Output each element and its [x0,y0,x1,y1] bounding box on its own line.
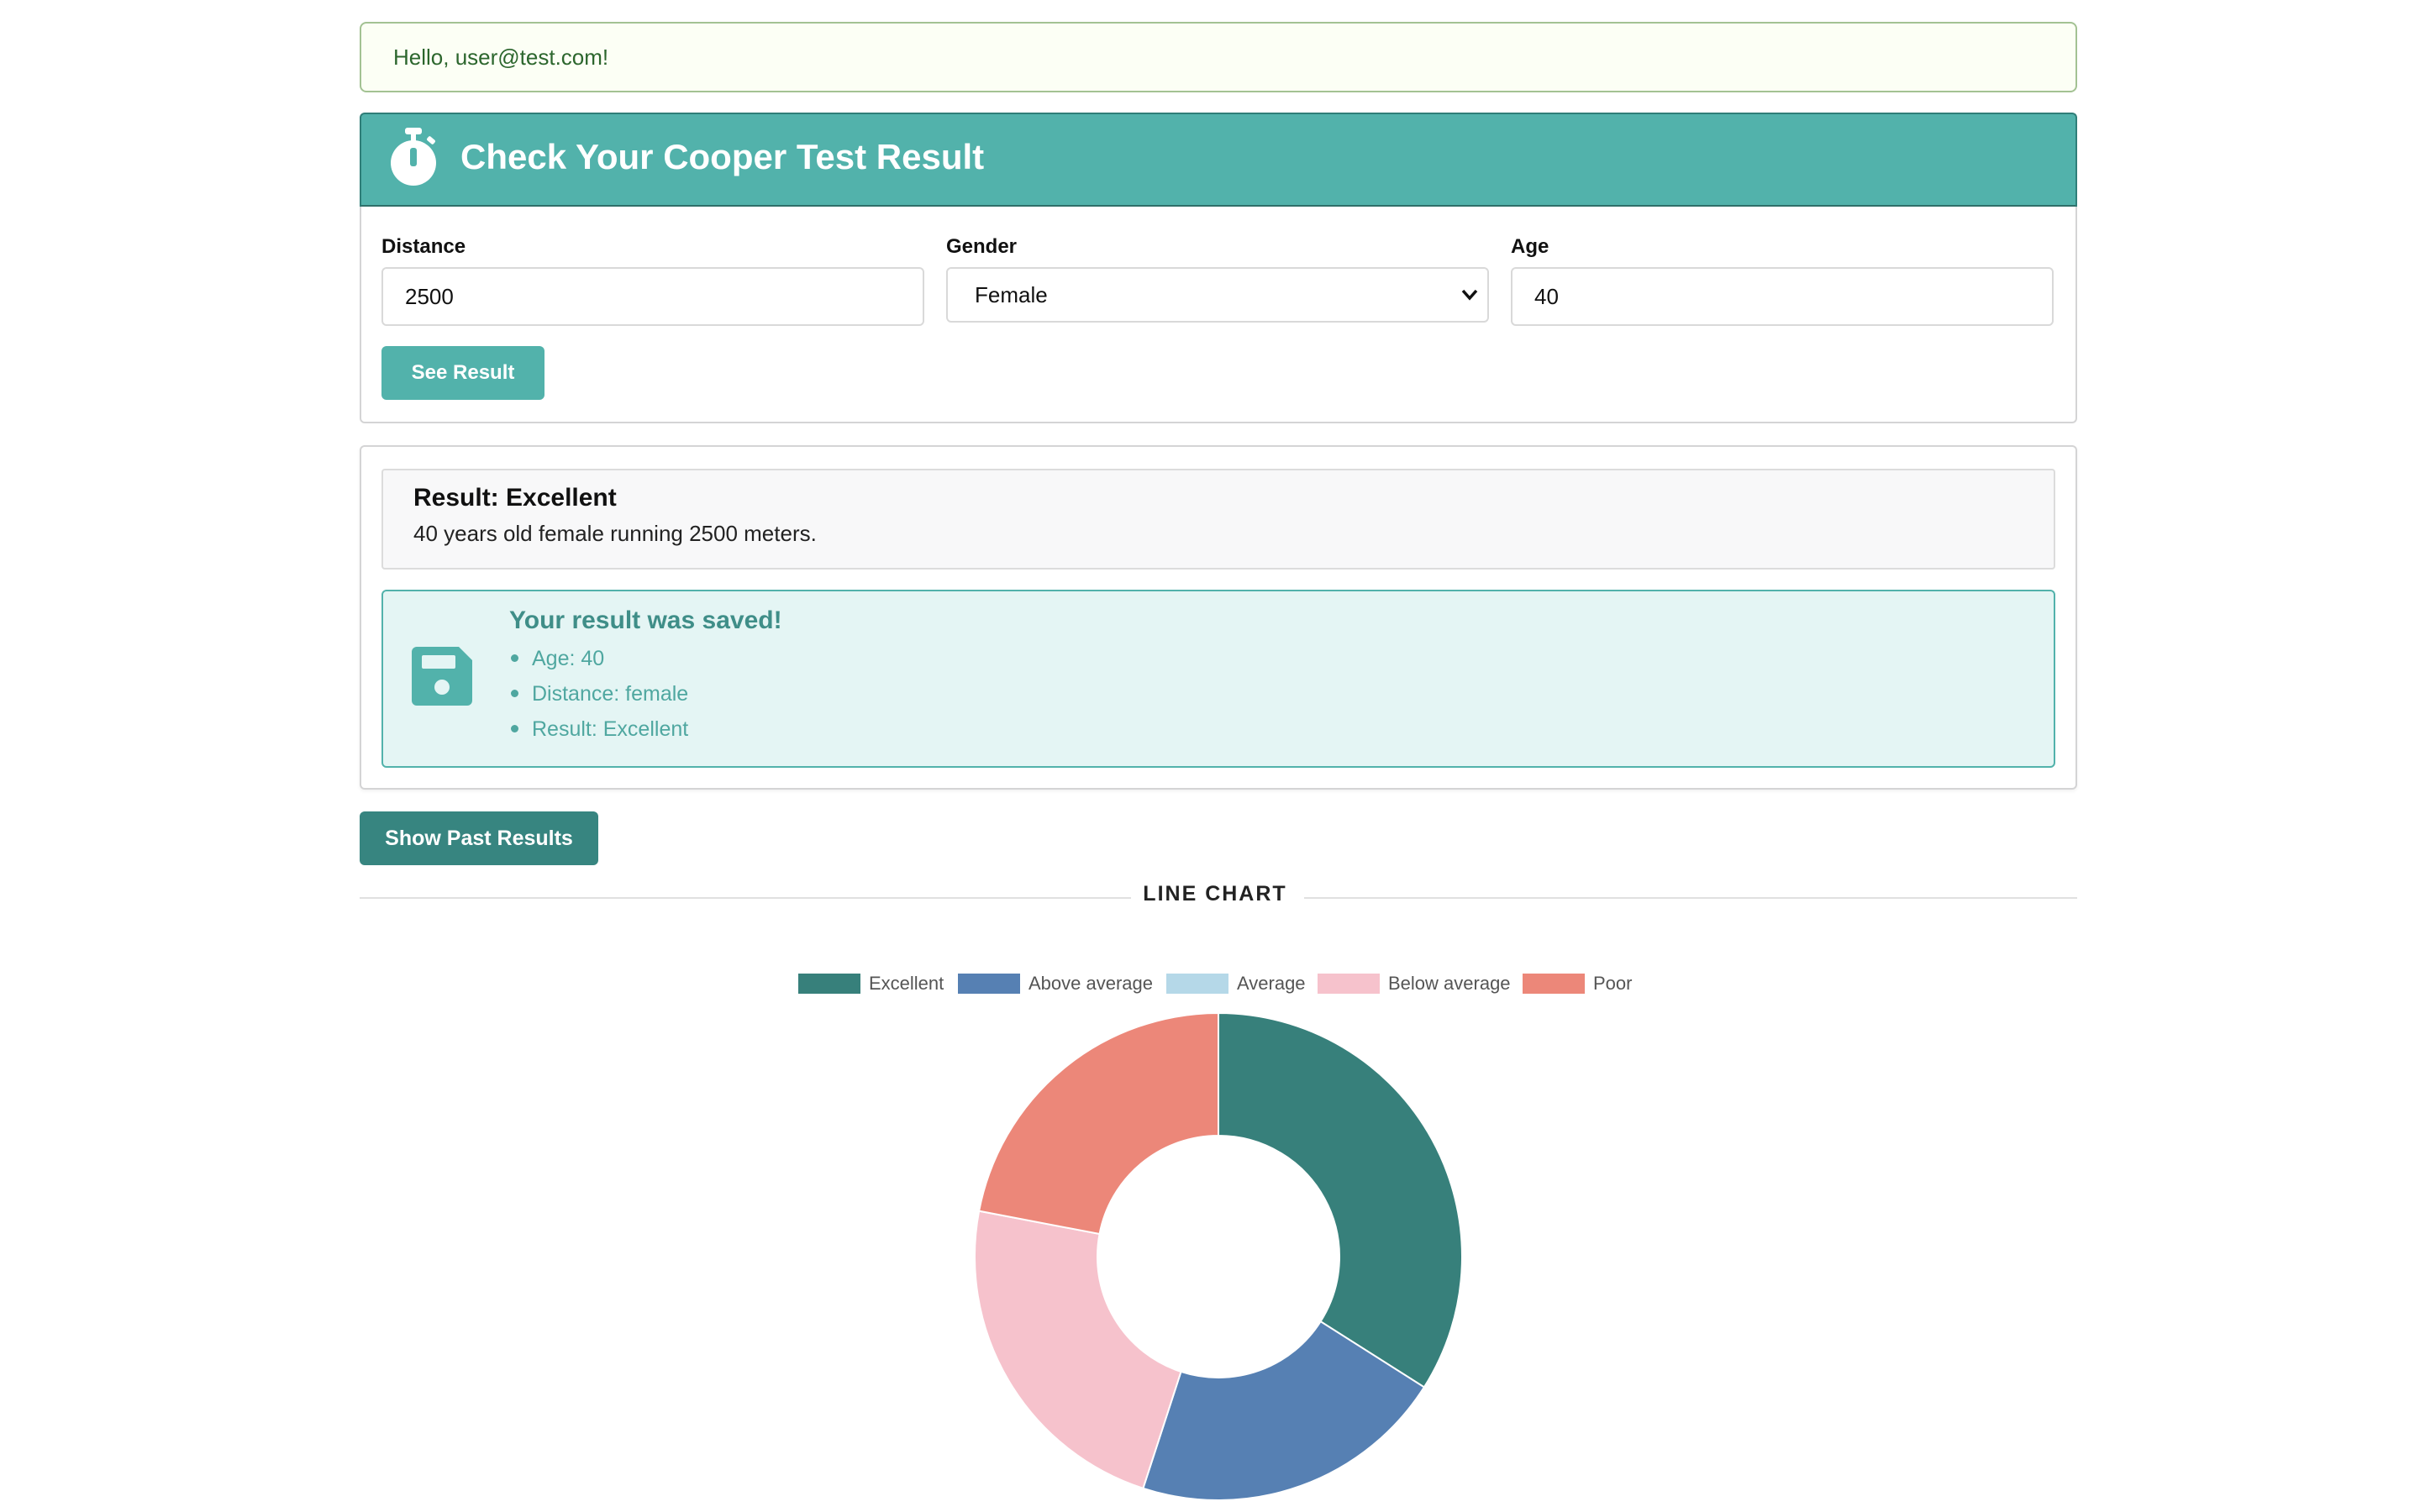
donut-slice-poor[interactable] [977,1011,1219,1236]
legend-item-below-average[interactable]: Below average [1318,973,1511,995]
chart-section-title: LINE CHART [1143,882,1287,906]
result-description: 40 years old female running 2500 meters. [413,521,817,546]
gender-select[interactable]: Female [946,267,1489,323]
age-input[interactable]: 40 [1511,267,2054,326]
donut-slice-below-average[interactable] [974,1210,1182,1490]
legend-label: Below average [1388,973,1511,994]
divider-line-left [360,897,1131,899]
legend-label: Poor [1593,973,1633,994]
gender-label: Gender [946,235,1018,258]
legend-label: Excellent [869,973,944,994]
gender-select-value: Female [975,282,1048,307]
legend-item-poor[interactable]: Poor [1523,973,1632,995]
distance-input[interactable]: 2500 [381,267,924,326]
distance-label: Distance [381,235,466,258]
legend-label: Above average [1028,973,1153,994]
chevron-down-icon [1461,289,1478,301]
saved-item-age: Age: 40 [511,647,604,671]
greeting-message: Hello, user@test.com! [360,22,2077,92]
floppy-disk-icon [412,647,472,706]
saved-title: Your result was saved! [509,606,782,634]
saved-item-result: Result: Excellent [511,717,688,742]
legend-swatch [958,974,1020,994]
legend-item-excellent[interactable]: Excellent [798,973,944,995]
result-heading: Result: Excellent [413,484,617,512]
legend-swatch [798,974,860,994]
legend-swatch [1166,974,1228,994]
legend-item-above-average[interactable]: Above average [958,973,1153,995]
show-past-results-button[interactable]: Show Past Results [360,811,598,865]
age-label: Age [1511,235,1549,258]
legend-swatch [1318,974,1380,994]
legend-label: Average [1237,973,1306,994]
divider-line-right [1304,897,2077,899]
result-message [381,469,2055,570]
see-result-button[interactable]: See Result [381,346,544,400]
stopwatch-icon [391,128,436,186]
page-title: Check Your Cooper Test Result [460,137,985,176]
donut-slice-excellent[interactable] [1218,1011,1463,1389]
legend-item-average[interactable]: Average [1166,973,1306,995]
donut-chart [974,1011,1463,1501]
saved-item-distance: Distance: female [511,682,688,706]
legend-swatch [1523,974,1585,994]
